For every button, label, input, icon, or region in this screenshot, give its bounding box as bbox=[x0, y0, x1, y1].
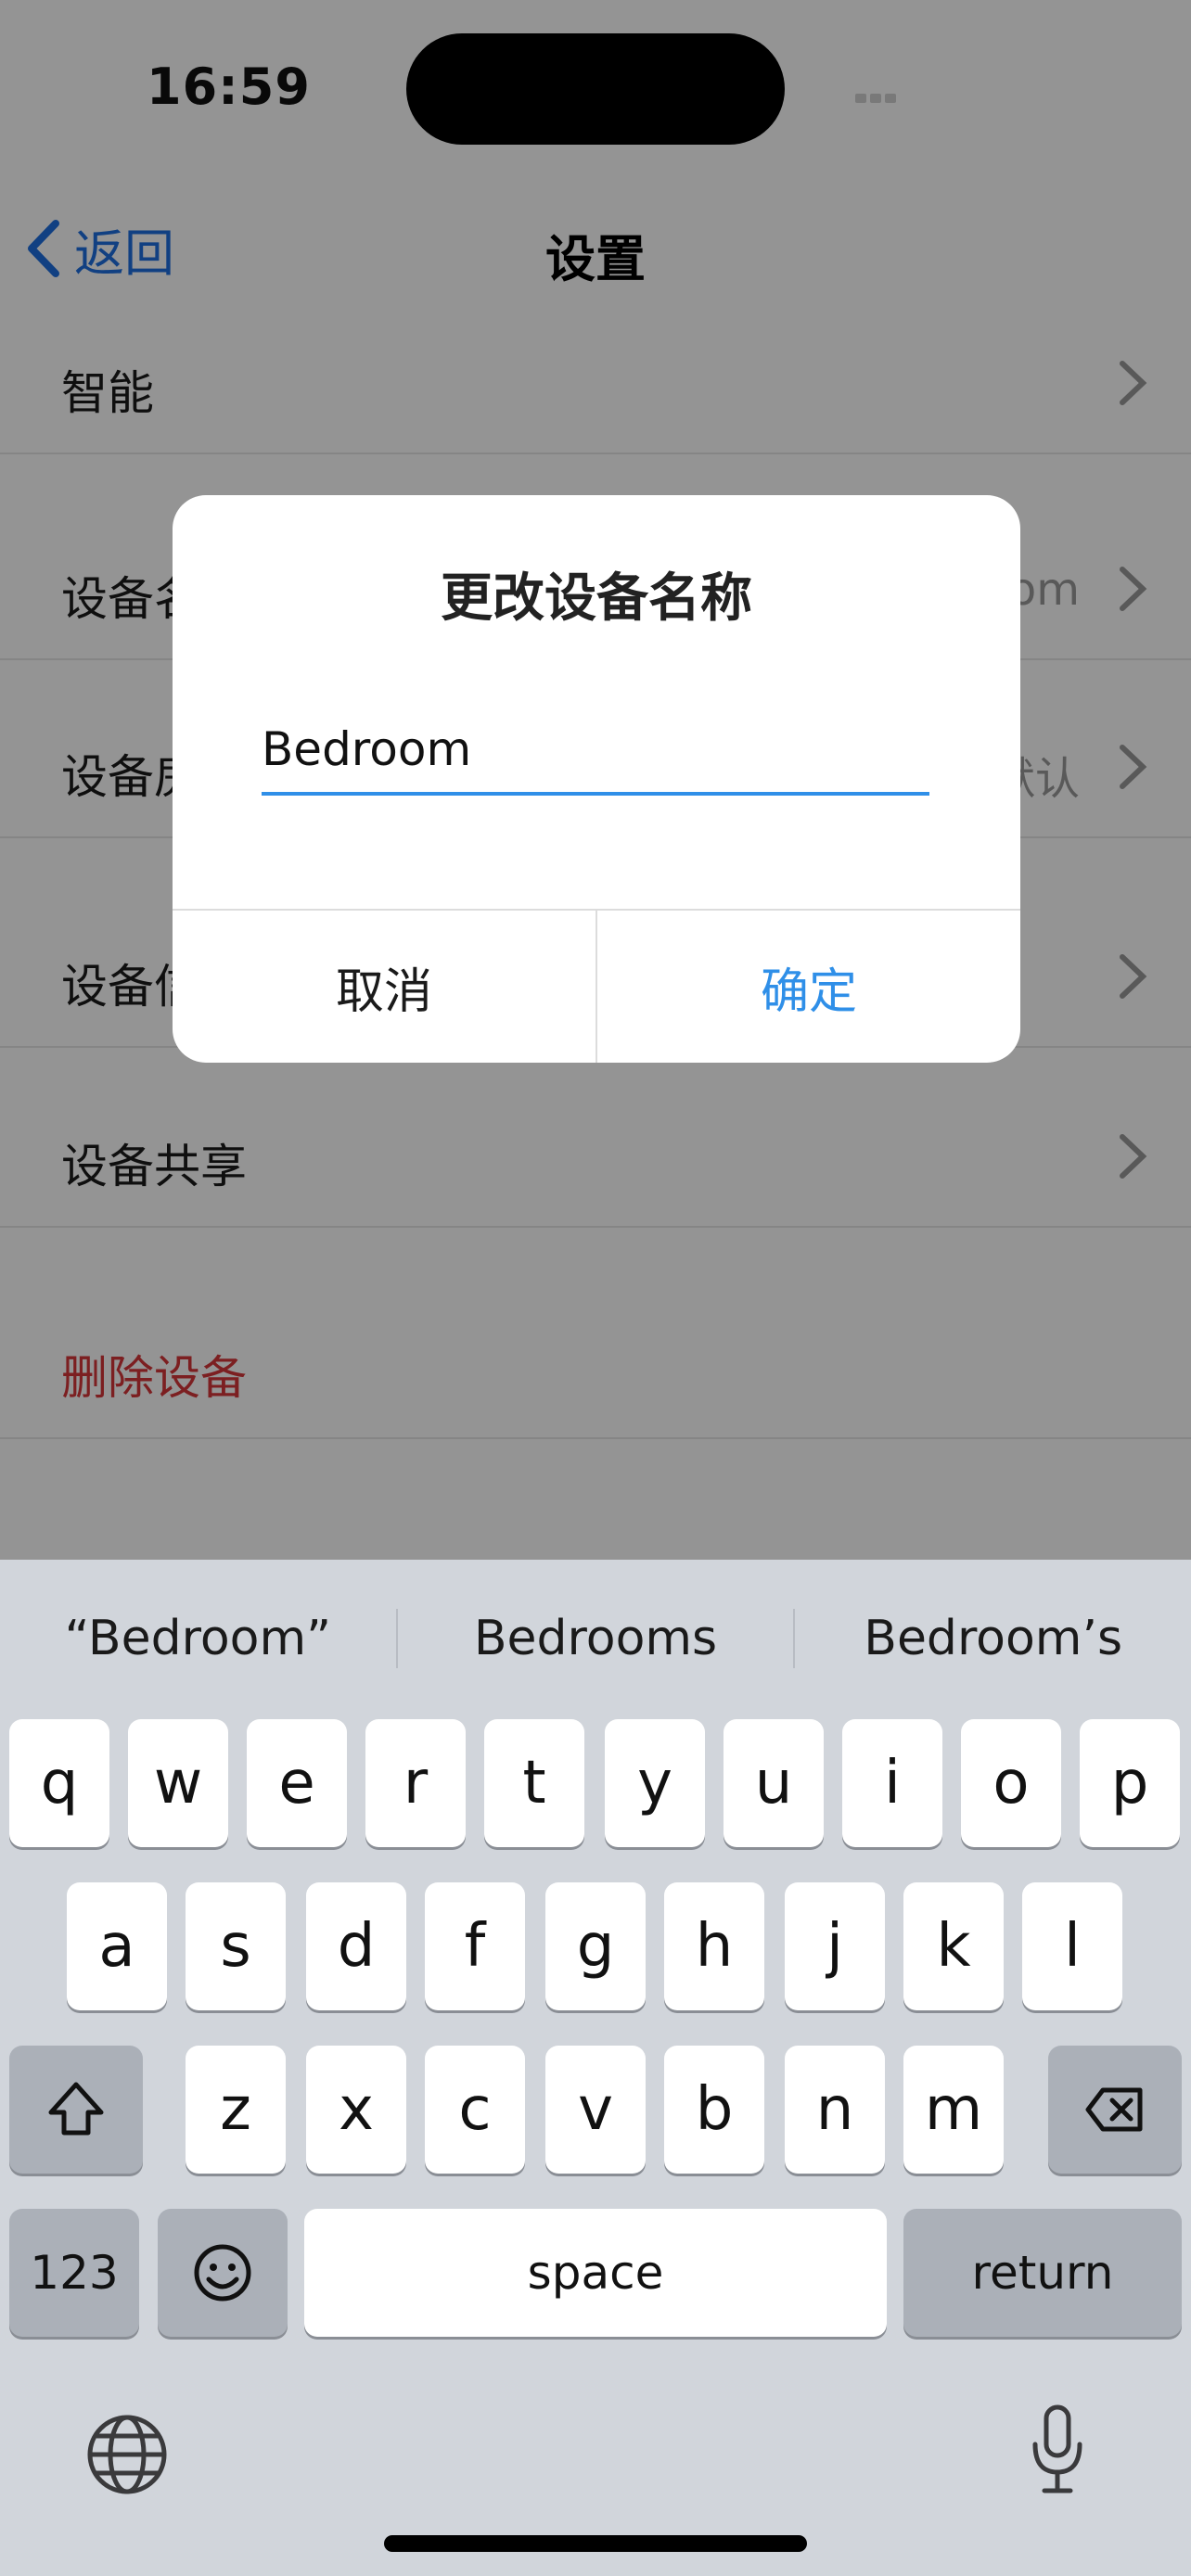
dialog-title: 更改设备名称 bbox=[441, 568, 752, 629]
key-f[interactable]: f bbox=[425, 1882, 525, 2010]
key-s[interactable]: s bbox=[186, 1882, 286, 2010]
shift-key[interactable] bbox=[9, 2046, 143, 2174]
suggestion-item[interactable]: “Bedroom” bbox=[0, 1611, 396, 1666]
cancel-button[interactable]: 取消 bbox=[173, 911, 596, 1063]
key-j[interactable]: j bbox=[785, 1882, 885, 2010]
key-a[interactable]: a bbox=[67, 1882, 167, 2010]
keyboard: “Bedroom” Bedrooms Bedroom’s q w e r t y… bbox=[0, 1560, 1191, 2576]
globe-icon[interactable] bbox=[85, 2413, 169, 2496]
key-t[interactable]: t bbox=[484, 1719, 584, 1847]
key-y[interactable]: y bbox=[605, 1719, 705, 1847]
home-indicator bbox=[384, 2535, 807, 2552]
key-l[interactable]: l bbox=[1022, 1882, 1122, 2010]
key-x[interactable]: x bbox=[306, 2046, 406, 2174]
key-h[interactable]: h bbox=[664, 1882, 764, 2010]
key-m[interactable]: m bbox=[903, 2046, 1004, 2174]
key-z[interactable]: z bbox=[186, 2046, 286, 2174]
key-c[interactable]: c bbox=[425, 2046, 525, 2174]
key-o[interactable]: o bbox=[961, 1719, 1061, 1847]
delete-key[interactable] bbox=[1048, 2046, 1182, 2174]
key-n[interactable]: n bbox=[785, 2046, 885, 2174]
emoji-key[interactable] bbox=[158, 2209, 288, 2337]
confirm-button[interactable]: 确定 bbox=[596, 911, 1020, 1063]
key-g[interactable]: g bbox=[545, 1882, 646, 2010]
suggestion-item[interactable]: Bedroom’s bbox=[795, 1611, 1191, 1666]
suggestion-item[interactable]: Bedrooms bbox=[398, 1611, 794, 1666]
rename-device-dialog: 更改设备名称 取消 确定 bbox=[173, 495, 1020, 1063]
backspace-icon bbox=[1085, 2087, 1143, 2132]
key-v[interactable]: v bbox=[545, 2046, 646, 2174]
suggestion-bar: “Bedroom” Bedrooms Bedroom’s bbox=[0, 1560, 1191, 1717]
space-key[interactable]: space bbox=[304, 2209, 887, 2337]
dialog-actions: 取消 确定 bbox=[173, 909, 1020, 1063]
key-q[interactable]: q bbox=[9, 1719, 109, 1847]
return-key[interactable]: return bbox=[903, 2209, 1182, 2337]
key-b[interactable]: b bbox=[664, 2046, 764, 2174]
key-p[interactable]: p bbox=[1080, 1719, 1180, 1847]
device-name-input[interactable] bbox=[262, 707, 929, 796]
key-i[interactable]: i bbox=[842, 1719, 942, 1847]
key-k[interactable]: k bbox=[903, 1882, 1004, 2010]
key-d[interactable]: d bbox=[306, 1882, 406, 2010]
emoji-icon bbox=[194, 2244, 251, 2302]
key-w[interactable]: w bbox=[128, 1719, 228, 1847]
key-u[interactable]: u bbox=[724, 1719, 824, 1847]
key-r[interactable]: r bbox=[365, 1719, 466, 1847]
shift-icon bbox=[48, 2082, 104, 2136]
key-e[interactable]: e bbox=[247, 1719, 347, 1847]
microphone-icon[interactable] bbox=[1030, 2404, 1085, 2496]
numbers-key[interactable]: 123 bbox=[9, 2209, 139, 2337]
